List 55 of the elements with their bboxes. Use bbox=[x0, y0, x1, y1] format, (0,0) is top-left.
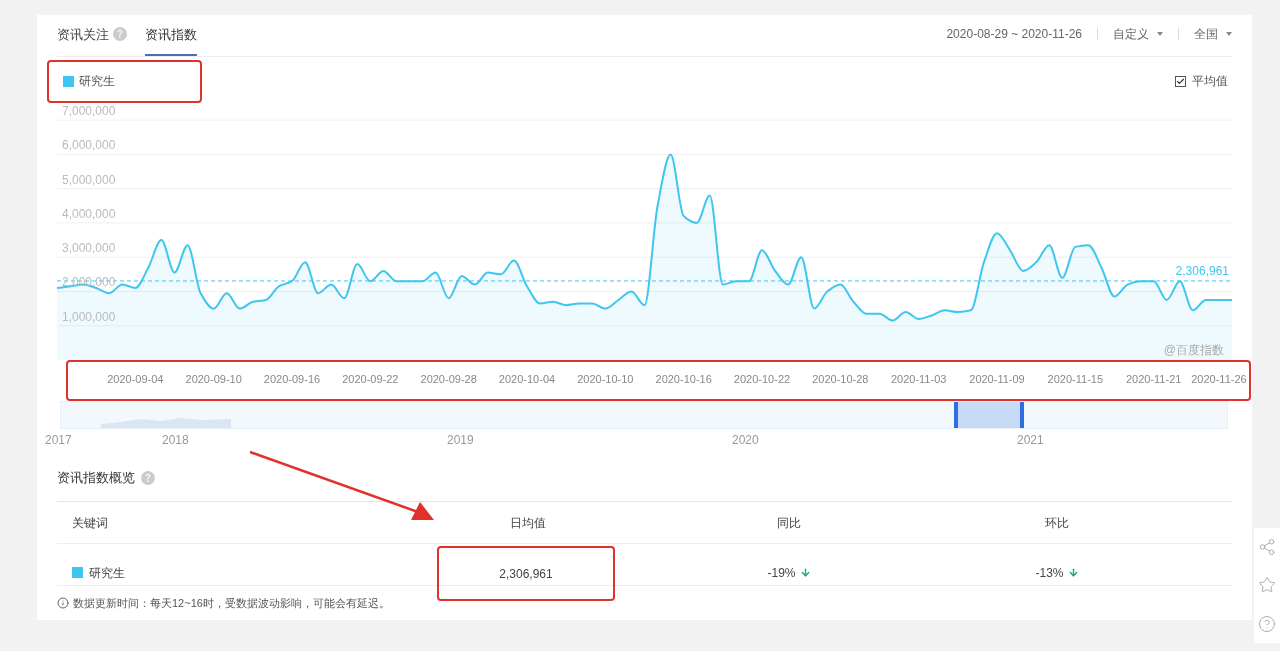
filter-dropdown[interactable]: 自定义 bbox=[1113, 25, 1163, 43]
column-header: 日均值 bbox=[510, 514, 546, 532]
column-header: 环比 bbox=[1045, 514, 1069, 532]
tab[interactable]: 资讯指数 bbox=[145, 24, 197, 56]
average-value: 2,306,961 bbox=[499, 565, 553, 583]
year-label: 2019 bbox=[447, 432, 474, 449]
yoy-value: -19% bbox=[767, 564, 796, 582]
legend-label[interactable]: 研究生 bbox=[79, 72, 115, 90]
x-axis-label: 2020-10-28 bbox=[812, 373, 869, 385]
date-range[interactable]: 2020-08-29 ~ 2020-11-26 bbox=[946, 25, 1082, 43]
y-axis-label: 7,000,000 bbox=[62, 104, 116, 119]
share-icon[interactable] bbox=[1258, 538, 1276, 557]
average-label: 2,306,961 bbox=[1175, 263, 1229, 278]
x-axis-label: 2020-09-22 bbox=[342, 373, 399, 385]
x-axis-label: 2020-09-04 bbox=[107, 373, 164, 385]
star-icon[interactable] bbox=[1258, 576, 1276, 595]
year-label: 2018 bbox=[162, 432, 189, 449]
x-axis-label: 2020-09-16 bbox=[263, 373, 321, 385]
year-label: 2017 bbox=[45, 432, 72, 449]
y-axis-label: 4,000,000 bbox=[62, 206, 116, 221]
y-axis-label: 3,000,000 bbox=[62, 241, 116, 256]
section-title: 资讯指数概览 bbox=[57, 469, 135, 488]
x-axis-label: 2020-11-09 bbox=[969, 373, 1025, 385]
x-axis-label: 2020-11-03 bbox=[890, 373, 947, 385]
year-label: 2021 bbox=[1017, 432, 1044, 449]
checkbox-label[interactable]: 平均值 bbox=[1192, 72, 1228, 90]
help-icon[interactable] bbox=[1258, 614, 1276, 633]
mom-value: -13% bbox=[1035, 564, 1064, 582]
x-axis-label: 2020-10-10 bbox=[577, 373, 634, 385]
x-axis-label: 2020-10-22 bbox=[733, 373, 791, 385]
year-label: 2020 bbox=[732, 432, 759, 449]
chart-credit: @百度指数 bbox=[1163, 343, 1224, 357]
y-axis-label: 6,000,000 bbox=[62, 138, 116, 153]
range-selection[interactable] bbox=[954, 402, 1024, 428]
column-header: 关键词 bbox=[71, 514, 108, 532]
keyword-cell-text: 研究生 bbox=[89, 564, 125, 582]
help-icon[interactable] bbox=[141, 471, 155, 485]
info-icon bbox=[57, 597, 69, 610]
caret-icon bbox=[1157, 32, 1163, 36]
help-icon[interactable] bbox=[113, 26, 127, 41]
y-axis-label: 5,000,000 bbox=[62, 172, 116, 187]
filter-dropdown[interactable]: 全国 bbox=[1194, 25, 1232, 43]
x-axis-label: 2020-10-04 bbox=[498, 373, 556, 385]
checkbox[interactable] bbox=[1175, 75, 1186, 87]
x-axis-label: 2020-10-16 bbox=[655, 373, 712, 385]
x-axis-label: 2020-09-28 bbox=[420, 373, 477, 385]
column-header: 同比 bbox=[777, 514, 801, 532]
x-axis-label: 2020-09-10 bbox=[185, 373, 242, 385]
footnote: 数据更新时间：每天12~16时，受数据波动影响，可能会有延迟。 bbox=[73, 596, 390, 611]
y-axis-label: 1,000,000 bbox=[62, 309, 116, 324]
x-axis-label: 2020-11-15 bbox=[1047, 373, 1104, 385]
tab[interactable]: 资讯关注 bbox=[57, 24, 109, 56]
x-axis-label: 2020-11-21 bbox=[1125, 373, 1182, 385]
x-axis-label: 2020-11-26 bbox=[1191, 373, 1247, 385]
caret-icon bbox=[1226, 32, 1232, 36]
